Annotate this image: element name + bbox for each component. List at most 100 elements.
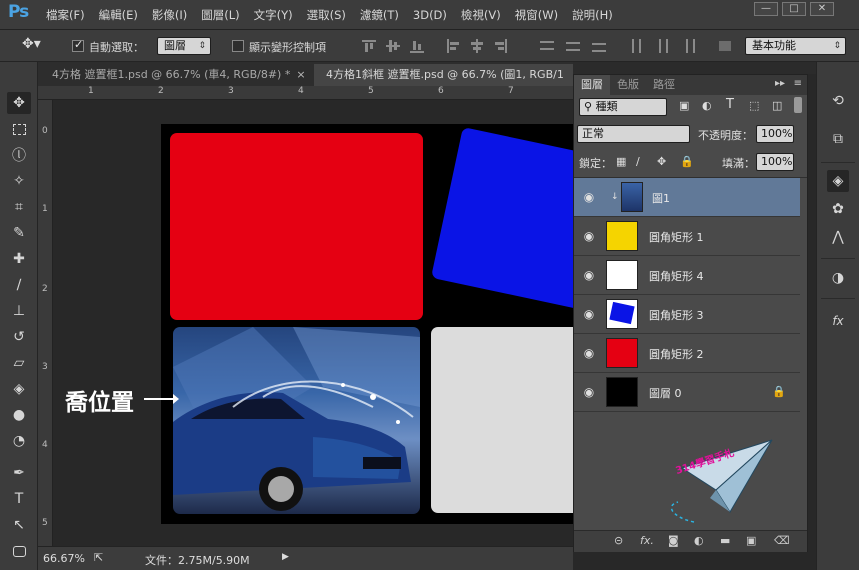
distribute-top-icon[interactable]: [540, 39, 554, 53]
layer-name[interactable]: 圓角矩形 3: [649, 307, 704, 323]
move-tool-preset-icon[interactable]: ✥▾: [22, 36, 48, 53]
type-tool-icon[interactable]: T: [7, 488, 31, 510]
filter-pixel-icon[interactable]: ▣: [679, 99, 689, 112]
workspace-dropdown[interactable]: 基本功能: [745, 37, 846, 55]
auto-select-checkbox[interactable]: [72, 38, 84, 52]
path-selection-tool-icon[interactable]: ↖: [7, 514, 31, 536]
menu-3d[interactable]: 3D(D): [413, 8, 447, 22]
menu-window[interactable]: 視窗(W): [515, 7, 558, 23]
filter-adjustment-icon[interactable]: ◐: [702, 99, 712, 112]
blur-tool-icon[interactable]: ●: [7, 404, 31, 426]
canvas-workarea[interactable]: 喬位置: [53, 100, 573, 546]
auto-align-icon[interactable]: [718, 39, 732, 53]
lock-position-icon[interactable]: ✥: [657, 155, 666, 168]
layer-name[interactable]: 圓角矩形 4: [649, 268, 704, 284]
menu-layer[interactable]: 圖層(L): [201, 7, 239, 23]
paths-icon[interactable]: ⋀: [827, 226, 849, 248]
history-icon[interactable]: ⟲: [827, 90, 849, 112]
eye-icon[interactable]: ◉: [582, 307, 596, 321]
adjustment-icon[interactable]: ◐: [694, 534, 704, 547]
lock-pixels-icon[interactable]: ∕: [636, 155, 640, 168]
eyedropper-tool-icon[interactable]: ✎: [7, 222, 31, 244]
maximize-button[interactable]: □: [782, 2, 806, 16]
folder-icon[interactable]: ▬: [720, 534, 730, 547]
menu-help[interactable]: 說明(H): [572, 7, 613, 23]
distribute-vcenter-icon[interactable]: [566, 39, 580, 53]
eye-icon[interactable]: ◉: [582, 346, 596, 360]
tab-layers[interactable]: 圖層: [574, 75, 610, 95]
adjust-icon[interactable]: ⧉: [827, 128, 849, 150]
layer-name[interactable]: 圖1: [652, 190, 670, 206]
tab-paths[interactable]: 路徑: [646, 75, 682, 95]
lasso-tool-icon[interactable]: ⓛ: [7, 144, 31, 166]
document-canvas[interactable]: [161, 124, 573, 524]
eye-icon[interactable]: ◉: [582, 190, 596, 204]
magic-wand-tool-icon[interactable]: ✧: [7, 170, 31, 192]
menu-type[interactable]: 文字(Y): [254, 7, 293, 23]
layers-icon[interactable]: ◈: [827, 170, 849, 192]
menu-filter[interactable]: 濾鏡(T): [360, 7, 399, 23]
layer-row[interactable]: ◉ 圓角矩形 2: [574, 334, 800, 373]
brush-tool-icon[interactable]: ∕: [7, 274, 31, 296]
close-tab-icon[interactable]: ×: [296, 68, 305, 81]
fx-icon[interactable]: fx.: [640, 534, 654, 547]
menu-select[interactable]: 選取(S): [307, 7, 346, 23]
layer-row[interactable]: ◉ 圓角矩形 1: [574, 217, 800, 256]
distribute-left-icon[interactable]: [630, 39, 644, 53]
dodge-tool-icon[interactable]: ◔: [7, 430, 31, 452]
menu-edit[interactable]: 編輯(E): [99, 7, 138, 23]
document-tab-1[interactable]: 4方格 遮置框1.psd @ 66.7% (車4, RGB/8#) * ×: [40, 64, 310, 86]
panel-collapse-strip[interactable]: [573, 62, 817, 74]
link-icon[interactable]: ⊝: [614, 534, 623, 547]
filter-type-icon[interactable]: T: [726, 97, 734, 112]
panel-collapse-icon[interactable]: ▸▸: [775, 78, 785, 89]
filter-toggle[interactable]: [794, 97, 802, 113]
filter-shape-icon[interactable]: ⬚: [749, 99, 759, 112]
layer-row[interactable]: ◉ 圖層 0 🔒: [574, 373, 800, 412]
eraser-tool-icon[interactable]: ▱: [7, 352, 31, 374]
close-button[interactable]: ✕: [810, 2, 834, 16]
distribute-bottom-icon[interactable]: [592, 39, 606, 53]
channels-icon[interactable]: ✿: [827, 198, 849, 220]
paint-bucket-tool-icon[interactable]: ◈: [7, 378, 31, 400]
marquee-tool-icon[interactable]: [7, 118, 31, 140]
distribute-hcenter-icon[interactable]: [656, 39, 670, 53]
align-right-icon[interactable]: [494, 39, 508, 53]
styles-icon[interactable]: ◑: [827, 267, 849, 289]
tab-channels[interactable]: 色版: [610, 75, 646, 95]
status-menu-arrow-icon[interactable]: ▶: [282, 552, 289, 562]
history-brush-tool-icon[interactable]: ↺: [7, 326, 31, 348]
new-layer-icon[interactable]: ▣: [746, 534, 756, 547]
align-top-icon[interactable]: [362, 39, 376, 53]
layer-name[interactable]: 圖層 0: [649, 385, 682, 401]
auto-select-target-dropdown[interactable]: 圖層: [157, 37, 211, 55]
lock-transparent-icon[interactable]: ▦: [616, 155, 626, 168]
clone-stamp-tool-icon[interactable]: ⊥: [7, 300, 31, 322]
menu-file[interactable]: 檔案(F): [46, 7, 85, 23]
document-tab-2[interactable]: 4方格1斜框 遮置框.psd @ 66.7% (圖1, RGB/1: [314, 64, 573, 86]
layer-row[interactable]: ◉ ↓ 圖1: [574, 178, 800, 217]
layer-row[interactable]: ◉ 圓角矩形 3: [574, 295, 800, 334]
move-tool-icon[interactable]: ✥: [7, 92, 31, 114]
crop-tool-icon[interactable]: ⌗: [7, 196, 31, 218]
panel-menu-icon[interactable]: ≡: [794, 78, 802, 89]
eye-icon[interactable]: ◉: [582, 385, 596, 399]
eye-icon[interactable]: ◉: [582, 268, 596, 282]
align-bottom-icon[interactable]: [410, 39, 424, 53]
zoom-level[interactable]: 66.67%: [43, 552, 85, 565]
properties-icon[interactable]: fx: [827, 310, 849, 332]
align-hcenter-icon[interactable]: [470, 39, 484, 53]
shape-tool-icon[interactable]: [7, 540, 31, 562]
show-transform-checkbox[interactable]: [232, 40, 244, 52]
fill-input[interactable]: 100%: [756, 153, 794, 171]
filter-smart-object-icon[interactable]: ◫: [772, 99, 782, 112]
lock-all-icon[interactable]: 🔒: [680, 155, 694, 168]
align-vcenter-icon[interactable]: [386, 39, 400, 53]
align-left-icon[interactable]: [446, 39, 460, 53]
blend-mode-dropdown[interactable]: 正常: [577, 125, 690, 143]
layer-row[interactable]: ◉ 圓角矩形 4: [574, 256, 800, 295]
opacity-input[interactable]: 100%: [756, 125, 794, 143]
mask-icon[interactable]: ◙: [668, 534, 679, 547]
filter-kind-dropdown[interactable]: ⚲ 種類: [579, 98, 667, 116]
share-icon[interactable]: ⇱: [94, 551, 103, 564]
